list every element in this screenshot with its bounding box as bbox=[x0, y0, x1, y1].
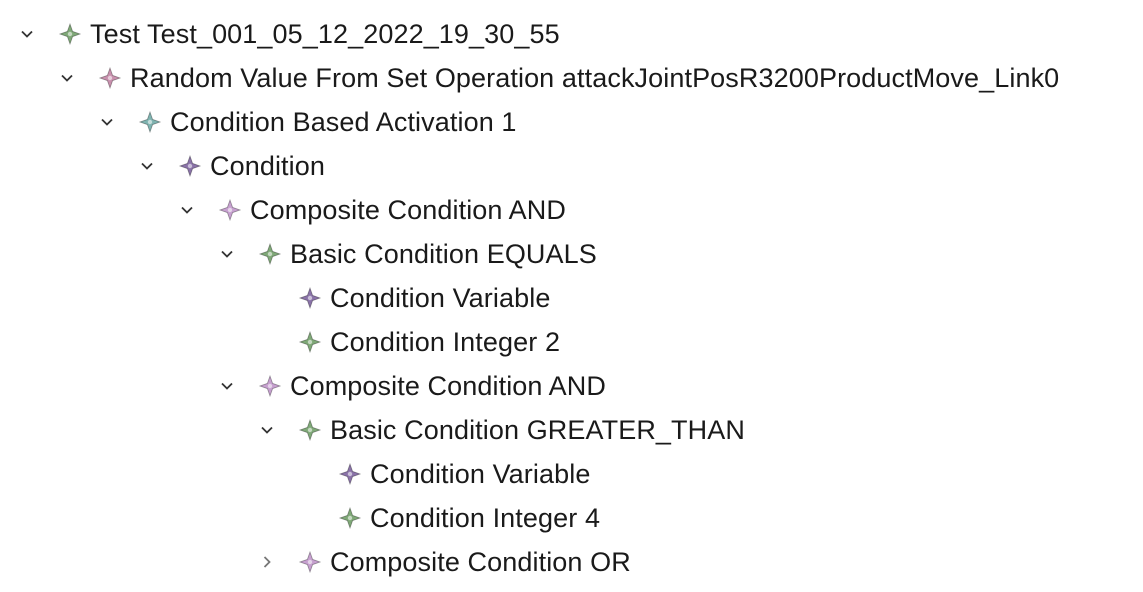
tree-node-icon bbox=[338, 462, 362, 486]
tree-row[interactable]: Composite Condition AND bbox=[216, 364, 606, 408]
tree-row[interactable]: Condition bbox=[136, 144, 325, 188]
tree-row[interactable]: Condition Integer 2 bbox=[256, 320, 560, 364]
tree-node-icon bbox=[178, 154, 202, 178]
chevron-right-icon[interactable] bbox=[256, 551, 278, 573]
chevron-down-icon[interactable] bbox=[256, 419, 278, 441]
tree-node-icon bbox=[298, 418, 322, 442]
chevron-down-icon[interactable] bbox=[176, 199, 198, 221]
tree-row[interactable]: Composite Condition OR bbox=[256, 540, 631, 584]
tree-node-label: Composite Condition AND bbox=[250, 194, 566, 225]
tree-row[interactable]: Condition Variable bbox=[296, 452, 590, 496]
chevron-down-icon[interactable] bbox=[56, 67, 78, 89]
tree-row[interactable]: Condition Integer 4 bbox=[296, 496, 600, 540]
tree-row[interactable]: Basic Condition EQUALS bbox=[216, 232, 597, 276]
tree-node-label: Condition Integer 2 bbox=[330, 326, 561, 357]
tree-node-icon bbox=[338, 506, 362, 530]
tree-row[interactable]: Composite Condition AND bbox=[176, 188, 566, 232]
tree-node-label: Basic Condition GREATER_THAN bbox=[330, 414, 745, 445]
chevron-down-icon[interactable] bbox=[216, 375, 238, 397]
tree-node-icon bbox=[258, 374, 282, 398]
tree-node-icon bbox=[218, 198, 242, 222]
tree-row[interactable]: Condition Variable bbox=[256, 276, 550, 320]
tree-node-label: Random Value From Set Operation attackJo… bbox=[130, 62, 1060, 93]
chevron-down-icon[interactable] bbox=[136, 155, 158, 177]
tree-node-label: Composite Condition AND bbox=[290, 370, 606, 401]
tree-node-label: Test Test_001_05_12_2022_19_30_55 bbox=[90, 18, 560, 49]
tree-row[interactable]: Basic Condition GREATER_THAN bbox=[256, 408, 745, 452]
tree-node-icon bbox=[58, 22, 82, 46]
chevron-down-icon[interactable] bbox=[96, 111, 118, 133]
tree-node-icon bbox=[298, 286, 322, 310]
chevron-down-icon[interactable] bbox=[16, 23, 38, 45]
tree-node-icon bbox=[298, 330, 322, 354]
tree-node-label: Condition Integer 4 bbox=[370, 502, 601, 533]
tree-row[interactable]: Condition Based Activation 1 bbox=[96, 100, 517, 144]
tree-node-label: Composite Condition OR bbox=[330, 546, 631, 577]
tree-node-icon bbox=[98, 66, 122, 90]
tree-node-icon bbox=[258, 242, 282, 266]
tree-node-label: Condition bbox=[210, 150, 325, 181]
tree-node-label: Condition Variable bbox=[370, 458, 591, 489]
tree-node-label: Basic Condition EQUALS bbox=[290, 238, 597, 269]
tree-view: Test Test_001_05_12_2022_19_30_55 Random … bbox=[0, 0, 1143, 592]
tree-node-icon bbox=[138, 110, 162, 134]
tree-node-icon bbox=[298, 550, 322, 574]
chevron-down-icon[interactable] bbox=[216, 243, 238, 265]
tree-row[interactable]: Random Value From Set Operation attackJo… bbox=[56, 56, 1059, 100]
tree-row[interactable]: Test Test_001_05_12_2022_19_30_55 bbox=[16, 12, 560, 56]
tree-node-label: Condition Based Activation 1 bbox=[170, 106, 517, 137]
tree-node-label: Condition Variable bbox=[330, 282, 551, 313]
